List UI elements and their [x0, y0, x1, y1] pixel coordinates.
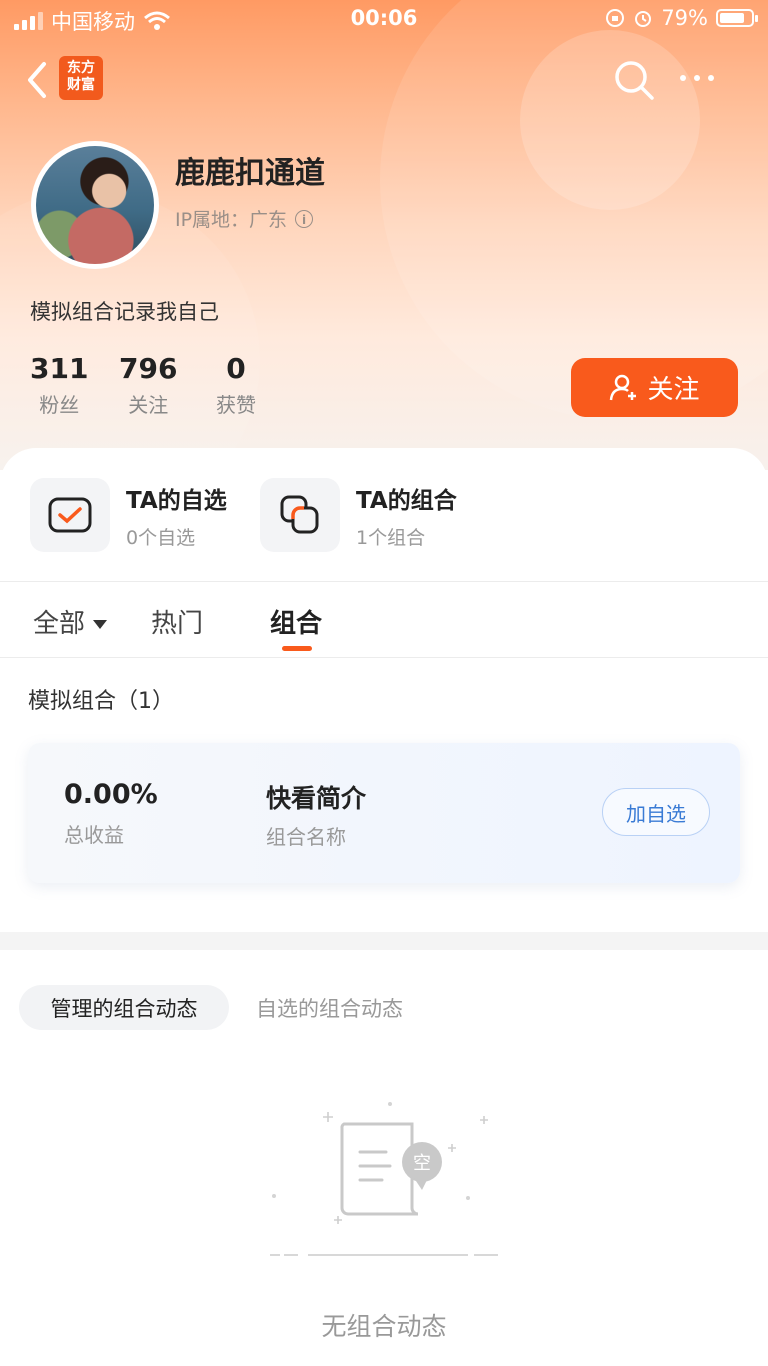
quick-portfolio[interactable]: TA的组合 1个组合: [260, 478, 457, 552]
back-arrow-icon[interactable]: [20, 58, 56, 102]
tab-all[interactable]: 全部: [33, 603, 108, 640]
battery-icon: [716, 9, 758, 27]
section-separator: [0, 932, 768, 950]
status-bar: 中国移动 00:06 79%: [0, 0, 768, 40]
battery-percent: 79%: [661, 6, 708, 30]
tab-hot[interactable]: 热门: [151, 603, 203, 640]
stat-value: 796: [119, 352, 178, 385]
ip-location-text: IP属地：广东: [175, 209, 288, 231]
stat-fans[interactable]: 311 粉丝: [30, 352, 88, 418]
avatar[interactable]: [31, 141, 159, 269]
quick-sub: 1个组合: [356, 526, 426, 549]
follow-label: 关注: [647, 375, 700, 405]
app-logo: 东方 财富: [59, 56, 103, 100]
stat-value: 0: [226, 352, 246, 385]
stat-likes[interactable]: 0 获赞: [216, 352, 256, 418]
tab-active-indicator: [282, 646, 312, 651]
empty-badge: 空: [413, 1153, 431, 1174]
tab-watched-dynamics[interactable]: 自选的组合动态: [256, 993, 403, 1023]
portfolio-card[interactable]: 0.00% 总收益 快看简介 组合名称 加自选: [28, 743, 740, 883]
watchlist-check-icon: [30, 478, 110, 552]
total-return-label: 总收益: [64, 823, 124, 847]
more-icon[interactable]: [680, 66, 720, 90]
divider: [0, 581, 768, 582]
follow-button[interactable]: 关注: [571, 358, 738, 417]
stat-label: 获赞: [216, 393, 256, 417]
portfolio-name: 快看简介: [266, 784, 367, 813]
tab-portfolio[interactable]: 组合: [270, 603, 322, 640]
search-icon[interactable]: [612, 58, 656, 102]
tab-label: 全部: [33, 609, 86, 639]
empty-state-text: 无组合动态: [321, 1312, 447, 1341]
empty-state-illustration: 空: [270, 1102, 498, 1256]
portfolio-name-label: 组合名称: [266, 825, 346, 849]
info-icon[interactable]: i: [295, 209, 314, 228]
stat-label: 关注: [128, 393, 169, 417]
rotation-lock-icon: [606, 9, 625, 27]
stat-label: 粉丝: [39, 393, 80, 417]
quick-watchlist[interactable]: TA的自选 0个自选: [30, 478, 227, 552]
quick-title: TA的自选: [126, 487, 227, 514]
add-user-icon: [610, 374, 637, 400]
total-return-value: 0.00%: [64, 779, 158, 810]
stat-following[interactable]: 796 关注: [119, 352, 177, 418]
section-title: 模拟组合（1）: [28, 689, 174, 714]
decor-smiley: [520, 30, 700, 210]
caret-down-icon: [93, 620, 108, 629]
portfolio-icon: [260, 478, 340, 552]
divider: [0, 657, 768, 658]
tab-managed-dynamics[interactable]: 管理的组合动态: [19, 985, 229, 1030]
ip-location: IP属地：广东 i: [175, 205, 314, 232]
username: 鹿鹿扣通道: [175, 156, 325, 191]
add-watchlist-button[interactable]: 加自选: [602, 788, 710, 836]
quick-sub: 0个自选: [126, 526, 196, 549]
stat-value: 311: [30, 352, 89, 385]
logo-line2: 财富: [67, 77, 95, 93]
quick-title: TA的组合: [356, 487, 457, 514]
avatar-photo: [36, 146, 154, 264]
alarm-icon: [635, 11, 652, 27]
logo-line1: 东方: [67, 60, 95, 76]
user-bio: 模拟组合记录我自己: [30, 300, 219, 324]
